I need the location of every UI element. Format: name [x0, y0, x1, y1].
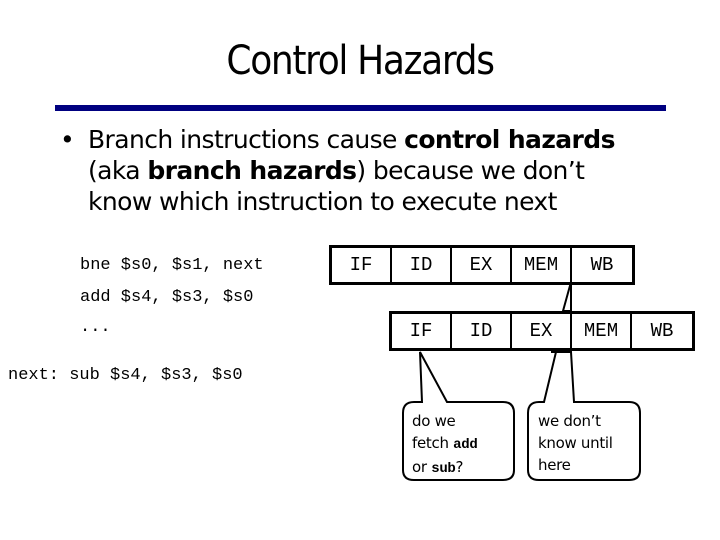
callout-line: we don’t — [538, 412, 601, 430]
callout-right-text: we don’t know until here — [538, 410, 613, 476]
callout-line: or sub? — [412, 456, 477, 480]
callout-line: do we — [412, 412, 456, 430]
callout-line: fetch add — [412, 432, 478, 456]
callout-text: fetch — [412, 434, 454, 452]
callout-code: add — [453, 437, 478, 453]
stage-connector — [561, 281, 572, 312]
callout-text: or — [412, 458, 432, 476]
callout-left-text: do we fetch add or sub? — [412, 410, 478, 480]
callout-text: ? — [455, 458, 464, 476]
callout-line: here — [538, 456, 571, 474]
callout-code: sub — [431, 461, 456, 477]
callout-line: know until — [538, 434, 613, 452]
